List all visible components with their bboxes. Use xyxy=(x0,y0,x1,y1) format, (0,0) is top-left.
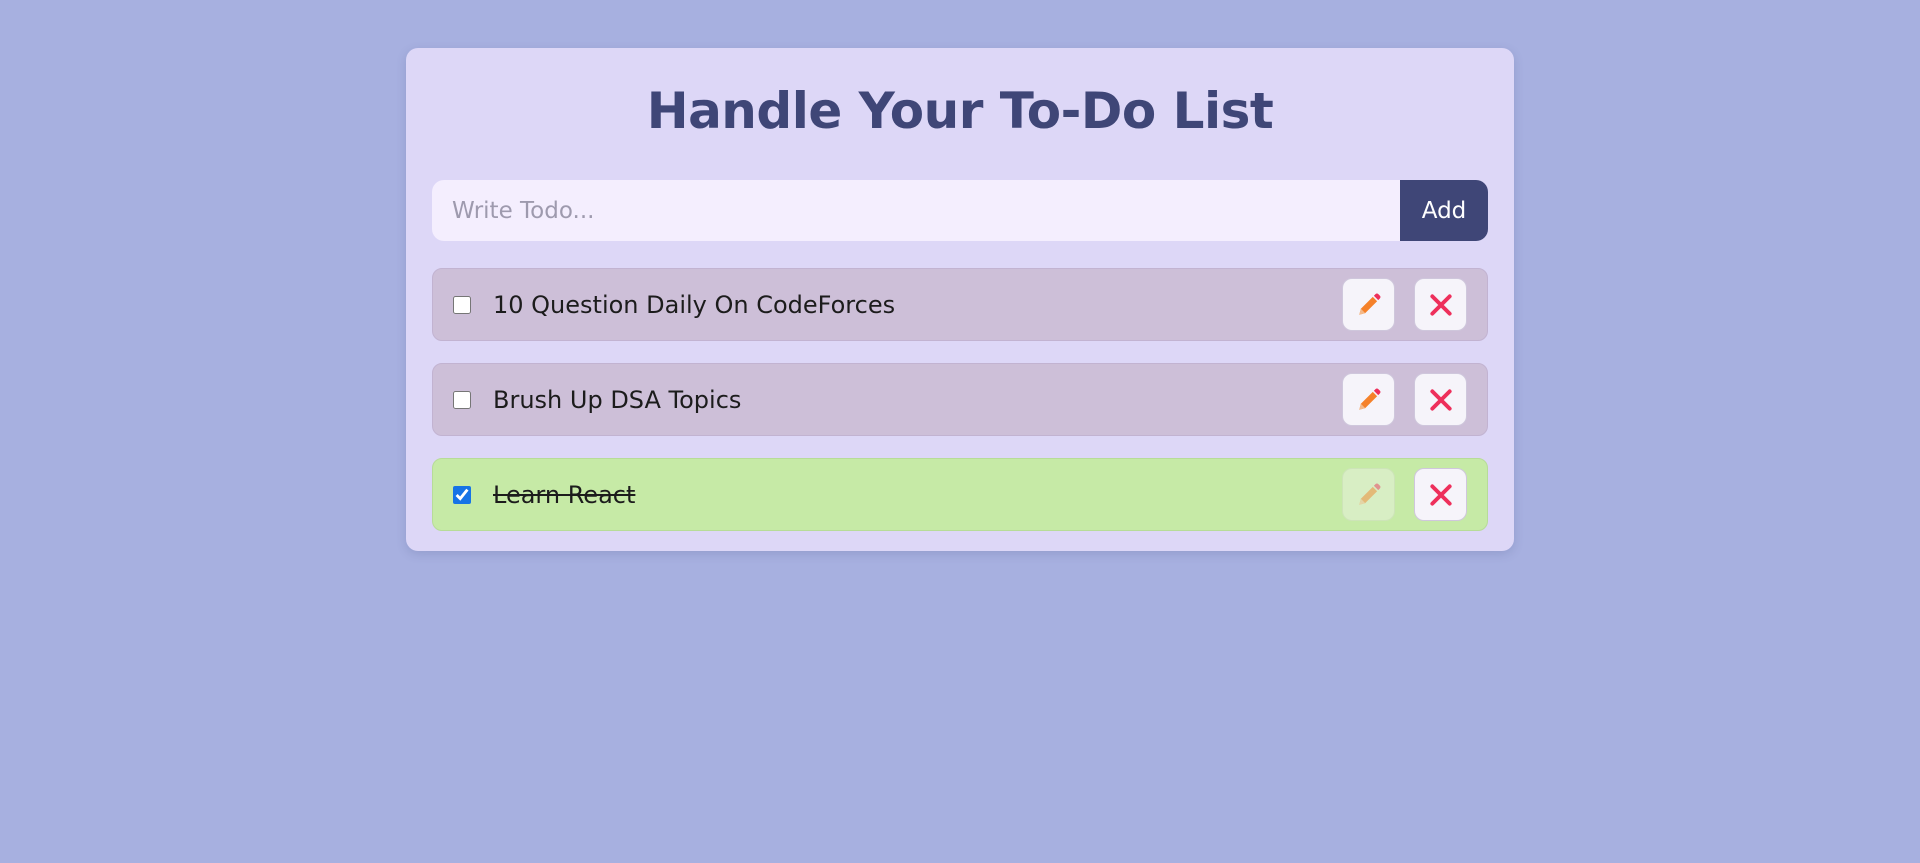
delete-button[interactable] xyxy=(1414,373,1467,426)
todo-item: Brush Up DSA Topics xyxy=(432,363,1488,436)
todo-checkbox[interactable] xyxy=(453,295,471,314)
pencil-icon xyxy=(1358,388,1380,410)
edit-button[interactable] xyxy=(1342,373,1395,426)
todo-checkbox[interactable] xyxy=(453,390,471,409)
edit-button[interactable] xyxy=(1342,468,1395,521)
todo-item: Learn React xyxy=(432,458,1488,531)
close-icon xyxy=(1429,483,1452,506)
todo-text: Learn React xyxy=(493,480,636,509)
todo-item: 10 Question Daily On CodeForces xyxy=(432,268,1488,341)
pencil-icon xyxy=(1358,483,1380,505)
todo-card: Handle Your To-Do List Add 10 Question D… xyxy=(406,48,1514,551)
page-title: Handle Your To-Do List xyxy=(646,82,1274,140)
todo-checkbox[interactable] xyxy=(453,485,471,504)
todo-form: Add xyxy=(432,180,1488,241)
close-icon xyxy=(1429,388,1452,411)
pencil-icon xyxy=(1358,293,1380,315)
edit-button[interactable] xyxy=(1342,278,1395,331)
delete-button[interactable] xyxy=(1414,278,1467,331)
delete-button[interactable] xyxy=(1414,468,1467,521)
close-icon xyxy=(1429,293,1452,316)
todo-list: 10 Question Daily On CodeForces Brush Up… xyxy=(432,268,1488,553)
todo-text: 10 Question Daily On CodeForces xyxy=(493,290,896,319)
todo-text: Brush Up DSA Topics xyxy=(493,385,742,414)
todo-input[interactable] xyxy=(432,180,1400,241)
add-button[interactable]: Add xyxy=(1400,180,1488,241)
